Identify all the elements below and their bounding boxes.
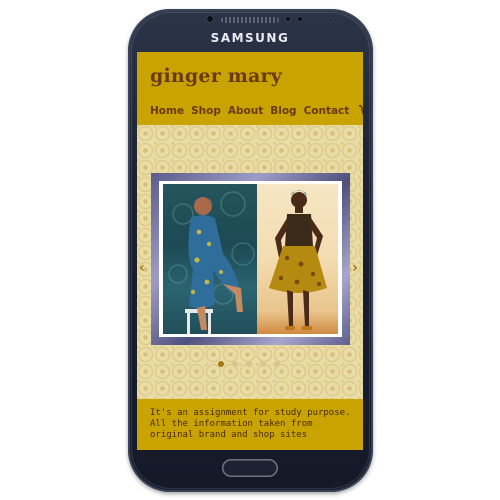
slider-dot-1[interactable] — [218, 361, 224, 367]
nav-item-blog[interactable]: Blog — [270, 105, 296, 117]
slider-dot-4[interactable] — [260, 361, 266, 367]
nav-item-about[interactable]: About — [228, 105, 263, 117]
slide-frame — [159, 181, 342, 337]
stage: SAMSUNG ginger mary Home Shop About Blog… — [0, 0, 500, 500]
site-header: ginger mary Home Shop About Blog Contact — [137, 52, 363, 125]
model-illustration-right — [269, 190, 327, 330]
nav-item-shop[interactable]: Shop — [191, 105, 221, 117]
site-footer: It's an assignment for study purpose. Al… — [137, 399, 363, 450]
notification-led-icon — [329, 18, 333, 22]
slider-dot-5[interactable] — [274, 361, 280, 367]
slide-photo-model-right — [257, 184, 338, 334]
chevron-right-icon[interactable]: › — [352, 261, 358, 275]
slide-photo-model-left — [163, 184, 257, 334]
nav-item-contact[interactable]: Contact — [304, 105, 350, 117]
slider-dot-3[interactable] — [246, 361, 252, 367]
phone-screen: ginger mary Home Shop About Blog Contact — [137, 52, 363, 450]
nav-item-home[interactable]: Home — [150, 105, 184, 117]
sensor-icon — [285, 16, 291, 22]
site-title[interactable]: ginger mary — [150, 65, 282, 87]
model-illustration-left — [168, 191, 255, 334]
front-camera-icon — [206, 15, 214, 23]
chevron-left-icon[interactable]: ‹ — [139, 261, 145, 275]
device-brand-logo: SAMSUNG — [210, 31, 290, 45]
shopping-cart-icon[interactable] — [358, 104, 363, 118]
image-slider[interactable] — [151, 173, 350, 345]
footer-disclaimer: It's an assignment for study purpose. Al… — [150, 408, 351, 440]
slider-pagination — [218, 361, 288, 367]
sensor-icon — [297, 16, 303, 22]
speaker-grille — [221, 17, 279, 23]
main-nav: Home Shop About Blog Contact — [150, 103, 363, 119]
slider-dot-2[interactable] — [232, 361, 238, 367]
home-button[interactable] — [222, 459, 278, 477]
